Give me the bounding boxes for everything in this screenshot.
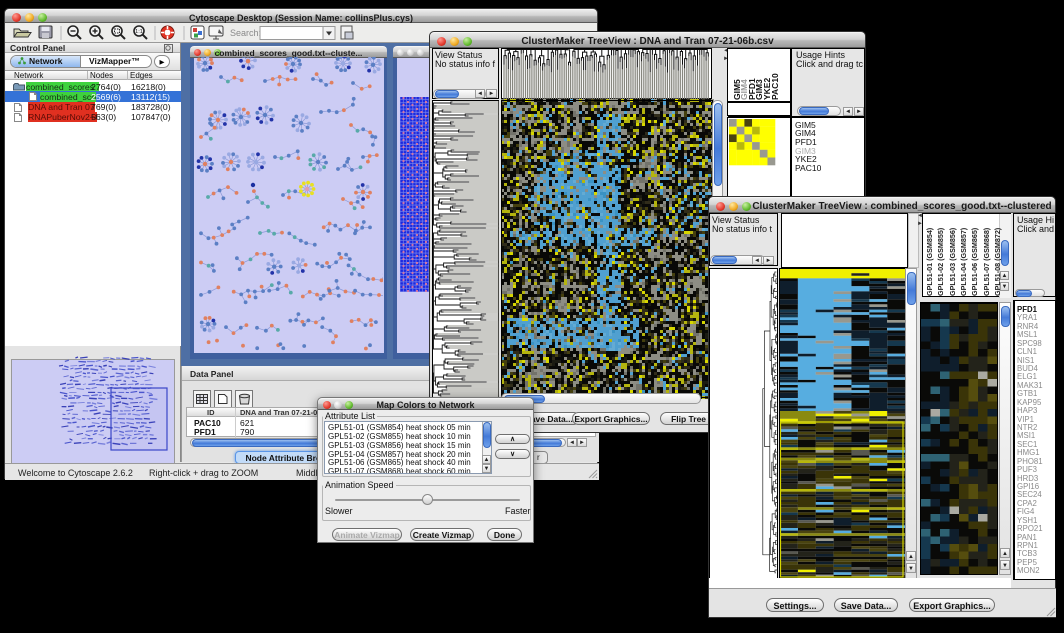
svg-text:Search:: Search: bbox=[230, 28, 261, 38]
svg-text:1:1: 1:1 bbox=[135, 29, 143, 35]
